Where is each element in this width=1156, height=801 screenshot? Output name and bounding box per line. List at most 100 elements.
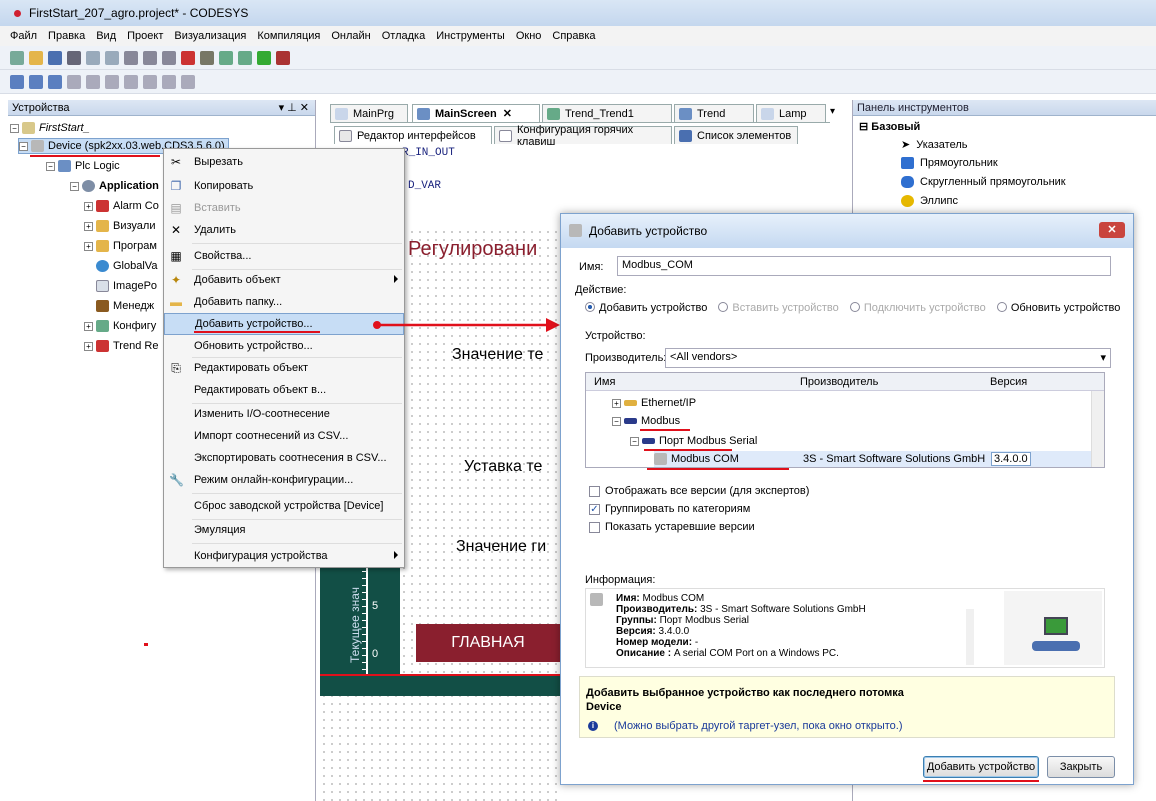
vendor-select[interactable]: <All vendors> ▾ — [665, 348, 1111, 368]
checkbox-all-versions[interactable] — [589, 486, 600, 497]
list-scrollbar[interactable] — [1091, 391, 1104, 467]
menu-item-edit-object[interactable]: ⎘ Редактировать объект — [164, 357, 404, 379]
collapse-icon[interactable]: − — [46, 161, 55, 171]
align-icon[interactable] — [181, 74, 195, 89]
tab-trend[interactable]: Trend — [674, 104, 754, 122]
menu-item-add-object[interactable]: ✦ Добавить объект — [164, 269, 404, 291]
radio-add[interactable]: Добавить устройство — [585, 302, 707, 314]
tree-item[interactable]: + Alarm Co — [84, 198, 159, 214]
tab-mainprg[interactable]: MainPrg — [330, 104, 408, 122]
tree-application[interactable]: − Application — [70, 178, 159, 194]
expand-icon[interactable]: + — [84, 201, 93, 211]
info-scrollbar[interactable] — [966, 609, 974, 665]
radio-update[interactable]: Обновить устройство — [996, 302, 1120, 314]
menu-tools[interactable]: Инструменты — [436, 30, 505, 42]
delete-icon[interactable] — [181, 50, 195, 65]
menu-item-export-csv[interactable]: Экспортировать соотнесения в CSV... — [164, 447, 404, 469]
undo-icon[interactable] — [86, 50, 100, 65]
tab-lamp[interactable]: Lamp — [756, 104, 826, 122]
menu-view[interactable]: Вид — [96, 30, 116, 42]
visu-tool-icon[interactable] — [29, 74, 43, 89]
open-icon[interactable] — [29, 50, 43, 65]
list-item[interactable]: − Modbus — [612, 413, 680, 429]
expand-icon[interactable]: + — [84, 341, 93, 351]
collapse-icon[interactable]: − — [630, 436, 639, 446]
column-version[interactable]: Версия — [990, 376, 1027, 388]
tree-root[interactable]: − FirstStart_ — [10, 120, 90, 136]
tree-item[interactable]: ImagePo — [96, 278, 157, 294]
collapse-icon[interactable]: − — [612, 416, 621, 426]
tab-mainscreen[interactable]: MainScreen ✕ — [412, 104, 540, 122]
menu-edit[interactable]: Правка — [48, 30, 85, 42]
menu-item-properties[interactable]: ▦ Свойства... — [164, 245, 404, 267]
tree-item[interactable]: + Визуали — [84, 218, 155, 234]
menu-item-factory-reset[interactable]: Сброс заводской устройства [Device] — [164, 495, 404, 517]
menu-item-import-csv[interactable]: Импорт соотнесений из CSV... — [164, 425, 404, 447]
tab-trend1[interactable]: Trend_Trend1 — [542, 104, 672, 122]
close-icon[interactable]: ✕ — [503, 107, 512, 120]
align-icon[interactable] — [86, 74, 100, 89]
expand-icon[interactable]: + — [84, 321, 93, 331]
stop-icon[interactable] — [276, 50, 290, 65]
add-device-button[interactable]: Добавить устройство — [923, 756, 1039, 778]
build-icon[interactable] — [219, 50, 233, 65]
align-icon[interactable] — [67, 74, 81, 89]
tree-plc[interactable]: − Plc Logic — [46, 158, 120, 174]
tree-item[interactable]: Менедж — [96, 298, 154, 314]
tree-item[interactable]: + Trend Re — [84, 338, 158, 354]
menu-item-edit-object-in[interactable]: Редактировать объект в... — [164, 379, 404, 401]
align-icon[interactable] — [162, 74, 176, 89]
find-icon[interactable] — [200, 50, 214, 65]
tree-item[interactable]: GlobalVa — [96, 258, 157, 274]
list-item-selected[interactable]: Modbus COM 3S - Smart Software Solutions … — [654, 451, 1094, 467]
menu-debug[interactable]: Отладка — [382, 30, 425, 42]
visu-tool-icon[interactable] — [48, 74, 62, 89]
login-icon[interactable] — [238, 50, 252, 65]
subtab-editor[interactable]: Редактор интерфейсов — [334, 126, 492, 144]
radio-insert[interactable]: Вставить устройство — [718, 302, 839, 314]
run-icon[interactable] — [257, 50, 271, 65]
cut-icon[interactable] — [124, 50, 138, 65]
collapse-icon[interactable]: − — [70, 181, 79, 191]
subtab-elements[interactable]: Список элементов — [674, 126, 798, 144]
collapse-icon[interactable]: − — [10, 123, 19, 133]
menu-item-paste[interactable]: ▤ Вставить — [164, 197, 404, 219]
menu-item-copy[interactable]: ❐ Копировать — [164, 175, 404, 197]
expand-icon[interactable]: + — [612, 398, 621, 408]
align-icon[interactable] — [105, 74, 119, 89]
menu-item-io-mapping[interactable]: Изменить I/O-соотнесение — [164, 403, 404, 425]
menu-online[interactable]: Онлайн — [331, 30, 370, 42]
menu-window[interactable]: Окно — [516, 30, 542, 42]
menu-item-device-config[interactable]: Конфигурация устройства — [164, 545, 404, 567]
menu-item-online-config[interactable]: 🔧 Режим онлайн-конфигурации... — [164, 469, 404, 491]
tree-item[interactable]: + Конфигу — [84, 318, 156, 334]
menu-item-add-folder[interactable]: ▬ Добавить папку... — [164, 291, 404, 313]
new-icon[interactable] — [10, 50, 24, 65]
paste-icon[interactable] — [162, 50, 176, 65]
menu-visualization[interactable]: Визуализация — [174, 30, 246, 42]
expand-icon[interactable]: + — [84, 221, 93, 231]
menu-file[interactable]: Файл — [10, 30, 37, 42]
visu-tool-icon[interactable] — [10, 74, 24, 89]
main-button[interactable]: ГЛАВНАЯ — [416, 624, 560, 662]
checkbox-obsolete[interactable] — [589, 522, 600, 533]
tool-ellipse[interactable]: Эллипс — [901, 195, 958, 207]
copy-icon[interactable] — [143, 50, 157, 65]
menu-item-emulation[interactable]: Эмуляция — [164, 519, 404, 541]
menu-item-delete[interactable]: ✕ Удалить — [164, 219, 404, 241]
pin-close-icon[interactable]: ▾ ⊥ ✕ — [279, 101, 309, 114]
list-item[interactable]: + Ethernet/IP — [612, 395, 696, 411]
collapse-icon[interactable]: − — [19, 141, 28, 151]
toolbox-group[interactable]: ⊟ Базовый — [859, 120, 920, 133]
menu-help[interactable]: Справка — [552, 30, 595, 42]
list-item[interactable]: − Порт Modbus Serial — [630, 433, 757, 449]
align-icon[interactable] — [124, 74, 138, 89]
subtab-hotkeys[interactable]: Конфигурация горячих клавиш — [494, 124, 672, 148]
save-icon[interactable] — [48, 50, 62, 65]
tree-item[interactable]: + Програм — [84, 238, 157, 254]
tabs-dropdown-icon[interactable]: ▾ — [830, 106, 835, 117]
radio-plug[interactable]: Подключить устройство — [849, 302, 986, 314]
menu-item-cut[interactable]: ✂ Вырезать — [164, 151, 404, 173]
close-dialog-button[interactable]: Закрыть — [1047, 756, 1115, 778]
redo-icon[interactable] — [105, 50, 119, 65]
